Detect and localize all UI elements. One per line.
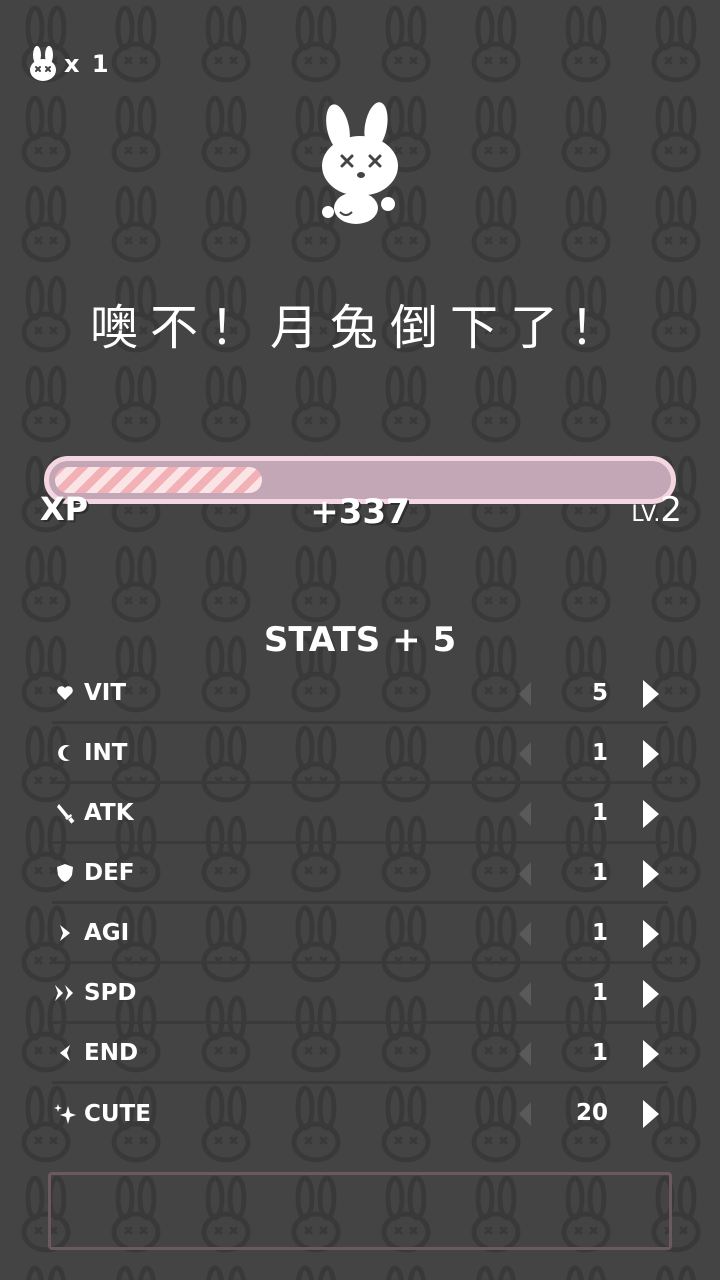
level-value: 2 [660, 490, 682, 530]
increase-int-button[interactable] [640, 738, 662, 770]
stat-row-vit: VIT 5 [52, 664, 668, 724]
increase-end-button[interactable] [640, 1038, 662, 1070]
increase-cute-button[interactable] [640, 1098, 662, 1130]
stat-value-end: 1 [591, 1040, 608, 1066]
game-over-title: 噢不！月兔倒下了！ [89, 300, 630, 356]
increase-vit-button[interactable] [640, 678, 662, 710]
stats-title: STATS + 5 [263, 620, 457, 660]
stat-name-end: END [84, 1039, 139, 1066]
stats-list: VIT 5 INT 1 ATK 1 DEF 1 AGI 1 SPD 1 END 1 CUTE 20 [52, 664, 668, 1144]
stat-row-end: END 1 [52, 1024, 668, 1084]
stat-name-agi: AGI [84, 919, 130, 946]
xp-gain: +337 [310, 492, 410, 532]
stat-value-atk: 1 [591, 800, 608, 826]
decrease-int-button[interactable] [516, 740, 534, 768]
stat-value-cute: 20 [575, 1100, 608, 1126]
decrease-def-button[interactable] [516, 860, 534, 888]
shield-icon [52, 860, 78, 886]
sword-icon [52, 800, 78, 826]
level-indicator: LV. 2 [631, 490, 682, 530]
sparkle-icon [52, 1101, 78, 1127]
stat-row-int: INT 1 [52, 724, 668, 784]
stat-value-int: 1 [591, 740, 608, 766]
decrease-cute-button[interactable] [516, 1100, 534, 1128]
increase-def-button[interactable] [640, 858, 662, 890]
stat-name-int: INT [84, 739, 128, 766]
decrease-agi-button[interactable] [516, 920, 534, 948]
stat-name-cute: CUTE [84, 1101, 151, 1127]
chevron-left-icon [52, 1040, 78, 1066]
stat-name-vit: VIT [84, 679, 127, 706]
stat-value-agi: 1 [591, 920, 608, 946]
lives-counter: x 1 [28, 44, 111, 84]
increase-spd-button[interactable] [640, 978, 662, 1010]
increase-atk-button[interactable] [640, 798, 662, 830]
decrease-spd-button[interactable] [516, 980, 534, 1008]
stat-value-def: 1 [591, 860, 608, 886]
stat-row-cute: CUTE 20 [52, 1084, 668, 1144]
level-prefix: LV. [631, 502, 661, 527]
stat-row-spd: SPD 1 [52, 964, 668, 1024]
stat-value-vit: 5 [591, 680, 608, 706]
stat-name-spd: SPD [84, 979, 137, 1006]
stat-row-def: DEF 1 [52, 844, 668, 904]
decrease-end-button[interactable] [516, 1040, 534, 1068]
confirm-button[interactable] [48, 1172, 672, 1250]
moon-icon [52, 740, 78, 766]
stat-name-atk: ATK [84, 799, 134, 826]
bunny-skull-icon [30, 46, 56, 81]
stat-row-agi: AGI 1 [52, 904, 668, 964]
double-chevron-right-icon [52, 980, 78, 1006]
stat-name-def: DEF [84, 859, 135, 886]
lives-count: x 1 [64, 50, 111, 78]
decrease-vit-button[interactable] [516, 680, 534, 708]
chevron-right-icon [52, 920, 78, 946]
fallen-bunny-illustration [322, 102, 398, 224]
heart-icon [52, 680, 78, 706]
stat-row-atk: ATK 1 [52, 784, 668, 844]
stat-value-spd: 1 [591, 980, 608, 1006]
increase-agi-button[interactable] [640, 918, 662, 950]
decrease-atk-button[interactable] [516, 800, 534, 828]
